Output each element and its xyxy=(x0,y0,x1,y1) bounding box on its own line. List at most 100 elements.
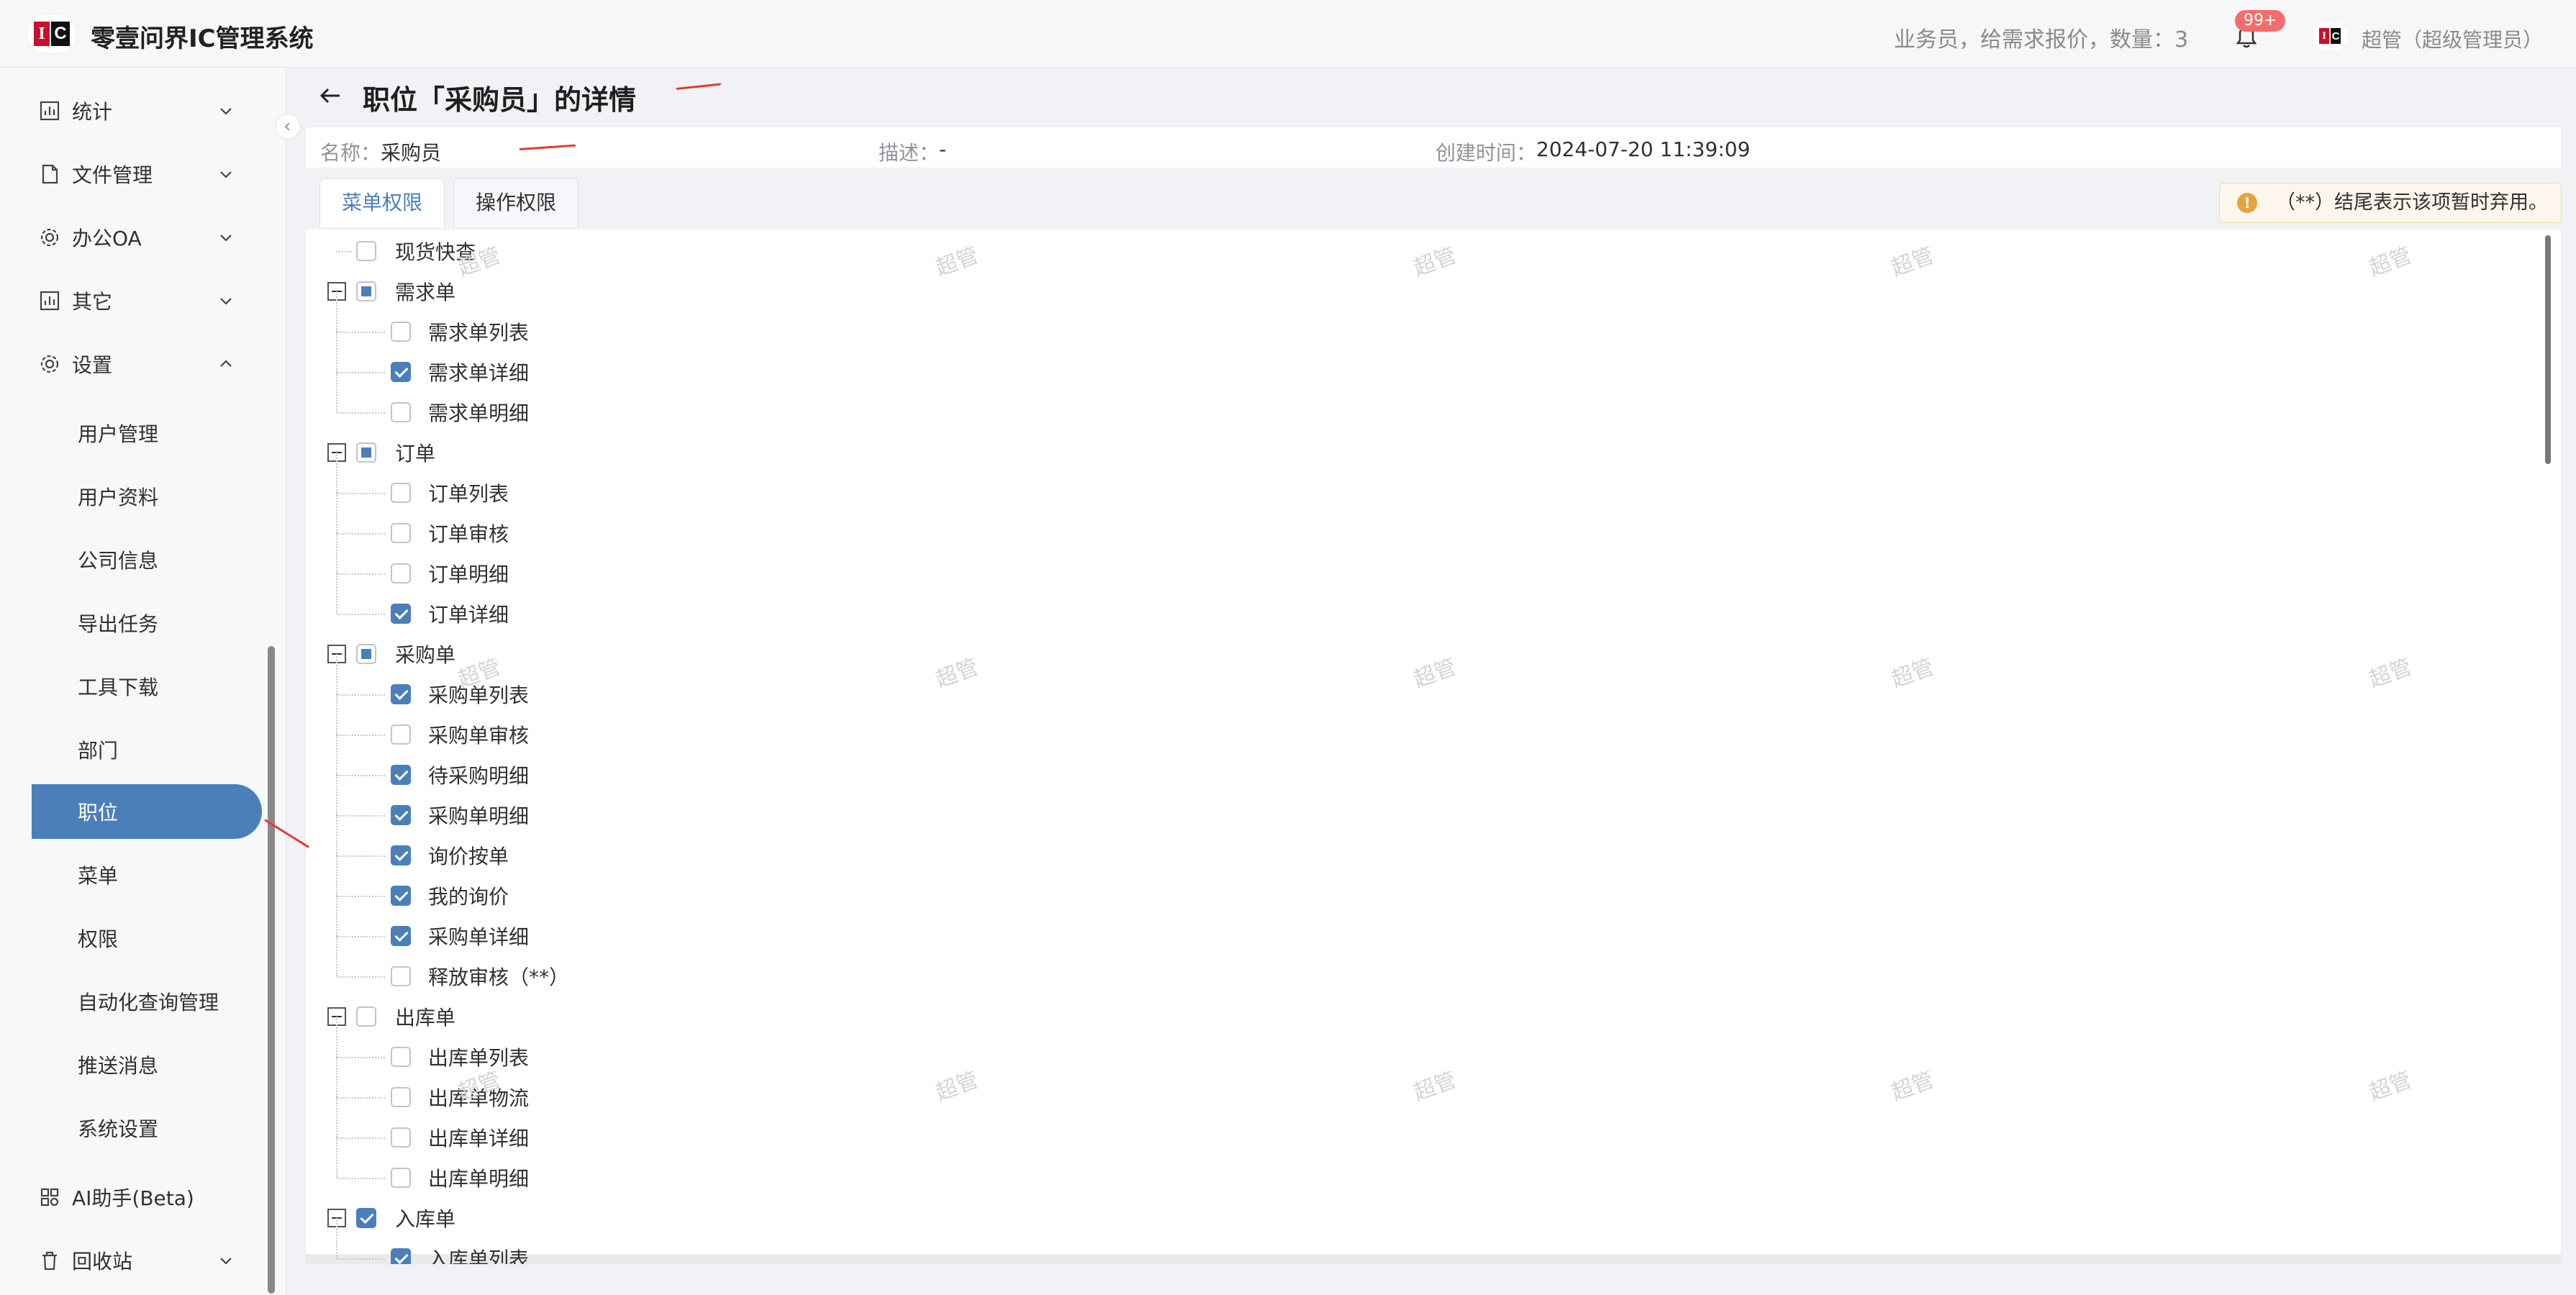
tab-operation-permissions[interactable]: 操作权限 xyxy=(453,178,579,227)
permission-checkbox[interactable] xyxy=(356,644,376,664)
sidebar-item-export-tasks[interactable]: 导出任务 xyxy=(32,596,262,650)
tree-node: 出库单列表 xyxy=(306,1017,2464,1077)
permission-label[interactable]: 需求单明细 xyxy=(428,398,529,427)
sidebar-item-permissions[interactable]: 权限 xyxy=(32,911,262,965)
sidebar-item-user-profile[interactable]: 用户资料 xyxy=(32,469,262,524)
tab-menu-permissions[interactable]: 菜单权限 xyxy=(319,178,445,227)
permission-checkbox[interactable] xyxy=(391,523,411,543)
tree-scrollbar[interactable] xyxy=(2545,235,2551,464)
permission-label[interactable]: 需求单详细 xyxy=(428,358,529,386)
sidebar-item-company-info[interactable]: 公司信息 xyxy=(32,532,262,587)
trash-icon xyxy=(42,1251,57,1271)
permission-label[interactable]: 订单列表 xyxy=(428,478,509,507)
permission-checkbox[interactable] xyxy=(391,805,411,825)
avatar[interactable]: I C xyxy=(2313,22,2347,50)
sidebar-collapse-button[interactable] xyxy=(275,114,301,140)
tree-node: 出库单 xyxy=(306,996,2464,1037)
permission-label[interactable]: 出库单明细 xyxy=(428,1163,529,1192)
permission-checkbox[interactable] xyxy=(356,1007,376,1027)
permission-label[interactable]: 采购单审核 xyxy=(428,720,529,749)
sidebar-item-menu[interactable]: 菜单 xyxy=(32,848,262,902)
permission-label[interactable]: 待采购明细 xyxy=(428,760,529,789)
permission-checkbox[interactable] xyxy=(391,1168,411,1188)
tree-node: 采购单详细 xyxy=(306,896,2464,956)
sidebar-item-department[interactable]: 部门 xyxy=(32,722,262,777)
app-title: 零壹问界IC管理系统 xyxy=(91,24,314,53)
tree-connector xyxy=(336,775,337,815)
warning-icon: ! xyxy=(2237,193,2257,213)
tree-connector xyxy=(337,614,385,615)
permission-label[interactable]: 需求单列表 xyxy=(428,317,529,346)
sidebar-item-user-management[interactable]: 用户管理 xyxy=(32,406,262,460)
chevron-down-icon xyxy=(220,108,232,115)
chart-icon xyxy=(40,101,60,121)
permission-label[interactable]: 订单 xyxy=(395,438,435,467)
permission-checkbox[interactable] xyxy=(391,563,411,583)
permission-label[interactable]: 入库单列表 xyxy=(428,1244,529,1264)
sidebar-item-office-oa[interactable]: 办公OA xyxy=(0,209,286,266)
tree-node: 采购单审核 xyxy=(306,694,2464,755)
permission-checkbox[interactable] xyxy=(356,241,376,261)
permission-checkbox[interactable] xyxy=(356,442,376,463)
sidebar-scrollbar[interactable] xyxy=(268,646,275,1294)
permission-checkbox[interactable] xyxy=(356,281,376,301)
permission-checkbox[interactable] xyxy=(391,966,411,986)
tree-connector xyxy=(337,936,385,937)
tree-node: 现货快查 xyxy=(306,231,2464,271)
permission-checkbox[interactable] xyxy=(391,1127,411,1148)
permission-checkbox[interactable] xyxy=(391,926,411,946)
permission-checkbox[interactable] xyxy=(391,604,411,624)
permission-label[interactable]: 需求单 xyxy=(395,277,455,306)
permission-checkbox[interactable] xyxy=(391,362,411,382)
permission-label[interactable]: 询价按单 xyxy=(428,841,509,870)
sidebar-item-label: 其它 xyxy=(72,290,113,314)
sidebar-item-label: 用户资料 xyxy=(78,486,159,509)
permission-checkbox[interactable] xyxy=(391,483,411,503)
back-arrow-icon[interactable] xyxy=(318,83,343,108)
sidebar-item-settings[interactable]: 设置 xyxy=(0,335,286,393)
tree-connector xyxy=(336,573,337,614)
user-name[interactable]: 超管（超级管理员） xyxy=(2362,24,2543,53)
permission-checkbox[interactable] xyxy=(356,1208,376,1228)
notification-message[interactable]: 业务员，给需求报价，数量：3 xyxy=(1894,22,2188,53)
position-info-bar: 名称： 采购员 描述： - 创建时间： 2024-07-20 11:39:09 xyxy=(305,127,2562,168)
permission-checkbox[interactable] xyxy=(391,1087,411,1107)
sidebar-item-label: 自动化查询管理 xyxy=(78,991,219,1014)
permission-checkbox[interactable] xyxy=(391,765,411,785)
permission-checkbox[interactable] xyxy=(391,1047,411,1067)
permission-label[interactable]: 入库单 xyxy=(395,1204,455,1232)
sidebar-item-position[interactable]: 职位 xyxy=(32,784,262,839)
sidebar-item-ai-assistant[interactable]: AI助手(Beta) xyxy=(0,1168,286,1226)
permission-checkbox[interactable] xyxy=(391,724,411,745)
permission-label[interactable]: 我的询价 xyxy=(428,881,509,910)
permission-label[interactable]: 出库单 xyxy=(395,1002,455,1031)
tree-node: 我的询价 xyxy=(306,855,2464,916)
permission-checkbox[interactable] xyxy=(391,886,411,906)
permission-checkbox[interactable] xyxy=(391,684,411,704)
tree-connector xyxy=(336,332,337,372)
sidebar-item-tool-download[interactable]: 工具下载 xyxy=(32,659,262,714)
permission-checkbox[interactable] xyxy=(391,1248,411,1264)
permission-label[interactable]: 出库单详细 xyxy=(428,1123,529,1152)
sidebar-item-statistics[interactable]: 统计 xyxy=(0,82,286,140)
top-header: I C 零壹问界IC管理系统 业务员，给需求报价，数量：3 99+ I C 超管… xyxy=(0,0,2576,68)
sidebar-item-files[interactable]: 文件管理 xyxy=(0,145,286,203)
permission-label[interactable]: 订单详细 xyxy=(428,599,509,628)
sidebar-item-recycle-bin[interactable]: 回收站 xyxy=(0,1232,286,1289)
permission-checkbox[interactable] xyxy=(391,322,411,342)
permission-label[interactable]: 释放审核（**） xyxy=(428,962,569,991)
page-title: 职位「采购员」的详情 xyxy=(363,84,637,116)
sidebar-item-auto-query[interactable]: 自动化查询管理 xyxy=(32,974,262,1029)
tree-connector xyxy=(337,372,385,373)
permission-label[interactable]: 采购单详细 xyxy=(428,922,529,950)
gear-icon xyxy=(40,355,59,373)
permission-label[interactable]: 订单审核 xyxy=(428,519,509,547)
sidebar-item-other[interactable]: 其它 xyxy=(0,272,286,330)
permission-label[interactable]: 采购单 xyxy=(395,640,455,668)
sidebar-item-push-messages[interactable]: 推送消息 xyxy=(32,1037,262,1092)
permission-label[interactable]: 采购单明细 xyxy=(428,801,529,830)
permission-label[interactable]: 订单明细 xyxy=(428,559,509,588)
sidebar-item-system-settings[interactable]: 系统设置 xyxy=(32,1101,262,1155)
permission-checkbox[interactable] xyxy=(391,845,411,865)
permission-checkbox[interactable] xyxy=(391,402,411,422)
